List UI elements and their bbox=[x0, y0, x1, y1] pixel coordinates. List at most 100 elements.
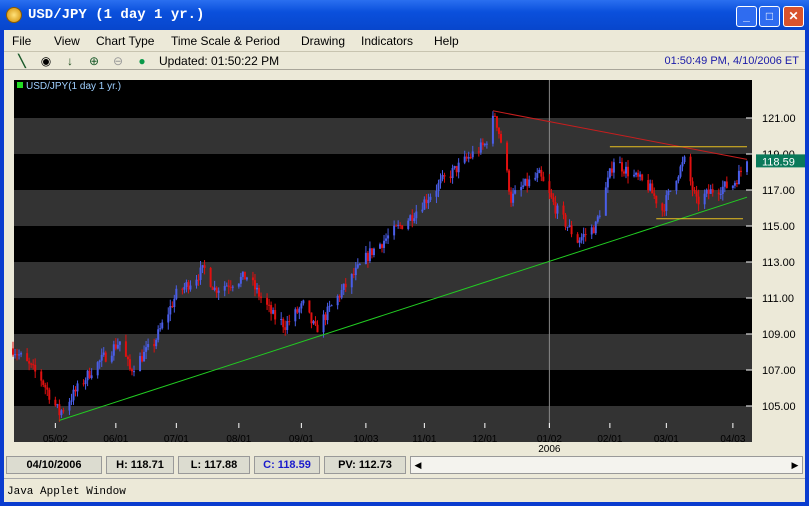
grid-band bbox=[14, 334, 752, 370]
down-arrow-icon[interactable]: ↓ bbox=[62, 53, 78, 69]
horizontal-scrollbar[interactable]: ◀ ▶ bbox=[410, 456, 803, 474]
candle-body bbox=[423, 199, 426, 210]
draw-line-icon[interactable]: ╲ bbox=[14, 53, 30, 69]
status-close: C: 118.59 bbox=[254, 456, 320, 474]
minimize-button[interactable]: _ bbox=[736, 6, 757, 27]
candle-body bbox=[356, 264, 359, 268]
candle-body bbox=[746, 161, 748, 173]
candle-body bbox=[705, 189, 708, 194]
candle-body bbox=[379, 244, 381, 249]
candle-body bbox=[625, 166, 628, 174]
candle-body bbox=[298, 308, 301, 313]
candle-body bbox=[302, 300, 305, 304]
crosshair-icon[interactable]: ◉ bbox=[38, 53, 54, 69]
maximize-button[interactable]: □ bbox=[759, 6, 780, 27]
candle-body bbox=[104, 352, 107, 362]
candle-body bbox=[286, 321, 289, 330]
candle-body bbox=[508, 170, 511, 192]
candle-body bbox=[20, 353, 23, 355]
candle-body bbox=[610, 168, 613, 173]
candle-body bbox=[74, 389, 77, 392]
candle-body bbox=[312, 321, 315, 324]
zoom-out-icon[interactable]: ⊖ bbox=[110, 53, 126, 69]
y-tick-label: 109.00 bbox=[762, 329, 796, 341]
candle-body bbox=[155, 339, 158, 347]
candle-body bbox=[338, 295, 341, 298]
candle-body bbox=[552, 197, 555, 202]
chart-panel[interactable]: 121.00119.00117.00115.00113.00111.00109.… bbox=[4, 71, 805, 453]
candle-body bbox=[110, 355, 113, 362]
candle-body bbox=[703, 193, 706, 205]
candle-body bbox=[566, 226, 569, 228]
candle-body bbox=[441, 175, 444, 180]
y-tick-label: 107.00 bbox=[762, 365, 796, 377]
candle-body bbox=[30, 363, 33, 365]
candle-body bbox=[139, 356, 142, 372]
price-chart[interactable]: 121.00119.00117.00115.00113.00111.00109.… bbox=[4, 71, 805, 453]
menu-indicators[interactable]: Indicators bbox=[361, 34, 413, 48]
candle-body bbox=[260, 296, 263, 298]
candle-body bbox=[96, 362, 99, 376]
candle-body bbox=[266, 297, 269, 305]
candle-body bbox=[735, 182, 738, 185]
candle-body bbox=[143, 351, 146, 362]
candle-body bbox=[594, 221, 597, 234]
candle-body bbox=[637, 172, 640, 177]
y-tick-label: 113.00 bbox=[762, 257, 795, 269]
candle-body bbox=[655, 195, 658, 204]
zoom-in-icon[interactable]: ⊕ bbox=[86, 53, 102, 69]
candle-body bbox=[243, 271, 246, 280]
candle-body bbox=[679, 166, 682, 177]
candle-body bbox=[653, 193, 656, 196]
close-button[interactable]: ✕ bbox=[783, 6, 804, 27]
candle-body bbox=[46, 387, 49, 390]
candle-body bbox=[568, 225, 571, 227]
menu-file[interactable]: File bbox=[12, 34, 31, 48]
candle-body bbox=[116, 344, 119, 349]
candle-body bbox=[425, 199, 428, 204]
scroll-left-icon[interactable]: ◀ bbox=[411, 457, 425, 473]
candle-body bbox=[554, 201, 557, 214]
candle-body bbox=[90, 375, 93, 379]
menu-bar: File View Chart Type Time Scale & Period… bbox=[4, 30, 805, 52]
candle-body bbox=[175, 288, 178, 299]
candle-body bbox=[296, 309, 299, 313]
candle-body bbox=[495, 116, 498, 128]
menu-help[interactable]: Help bbox=[434, 34, 459, 48]
candle-body bbox=[481, 142, 484, 146]
candle-body bbox=[344, 283, 347, 288]
candle-body bbox=[477, 151, 480, 153]
candle-body bbox=[721, 186, 724, 194]
candle-body bbox=[737, 170, 740, 185]
menu-view[interactable]: View bbox=[54, 34, 80, 48]
candle-body bbox=[739, 170, 742, 173]
candle-body bbox=[524, 178, 527, 186]
candle-body bbox=[34, 364, 37, 372]
menu-chart-type[interactable]: Chart Type bbox=[96, 34, 154, 48]
legend-swatch bbox=[17, 82, 23, 88]
scroll-right-icon[interactable]: ▶ bbox=[788, 457, 802, 473]
candle-body bbox=[663, 210, 666, 212]
candle-body bbox=[695, 191, 698, 197]
candle-body bbox=[231, 286, 234, 288]
title-bar: USD/JPY (1 day 1 yr.) _ □ ✕ bbox=[0, 0, 809, 30]
candle-body bbox=[340, 290, 343, 298]
candle-body bbox=[453, 166, 456, 169]
menu-drawing[interactable]: Drawing bbox=[301, 34, 345, 48]
candle-body bbox=[381, 244, 384, 248]
candle-body bbox=[32, 364, 35, 366]
candle-body bbox=[576, 234, 579, 243]
grid-band bbox=[14, 406, 752, 428]
x-tick-label: 09/01 bbox=[289, 434, 314, 445]
candle-body bbox=[399, 224, 402, 226]
candle-body bbox=[282, 319, 285, 328]
candle-body bbox=[570, 225, 573, 235]
candle-body bbox=[506, 142, 509, 171]
menu-time-scale[interactable]: Time Scale & Period bbox=[171, 34, 280, 48]
candle-body bbox=[661, 203, 664, 211]
candle-body bbox=[114, 344, 117, 349]
candle-body bbox=[622, 171, 625, 174]
candle-body bbox=[590, 227, 593, 235]
candle-body bbox=[620, 162, 623, 172]
candle-body bbox=[385, 238, 388, 241]
